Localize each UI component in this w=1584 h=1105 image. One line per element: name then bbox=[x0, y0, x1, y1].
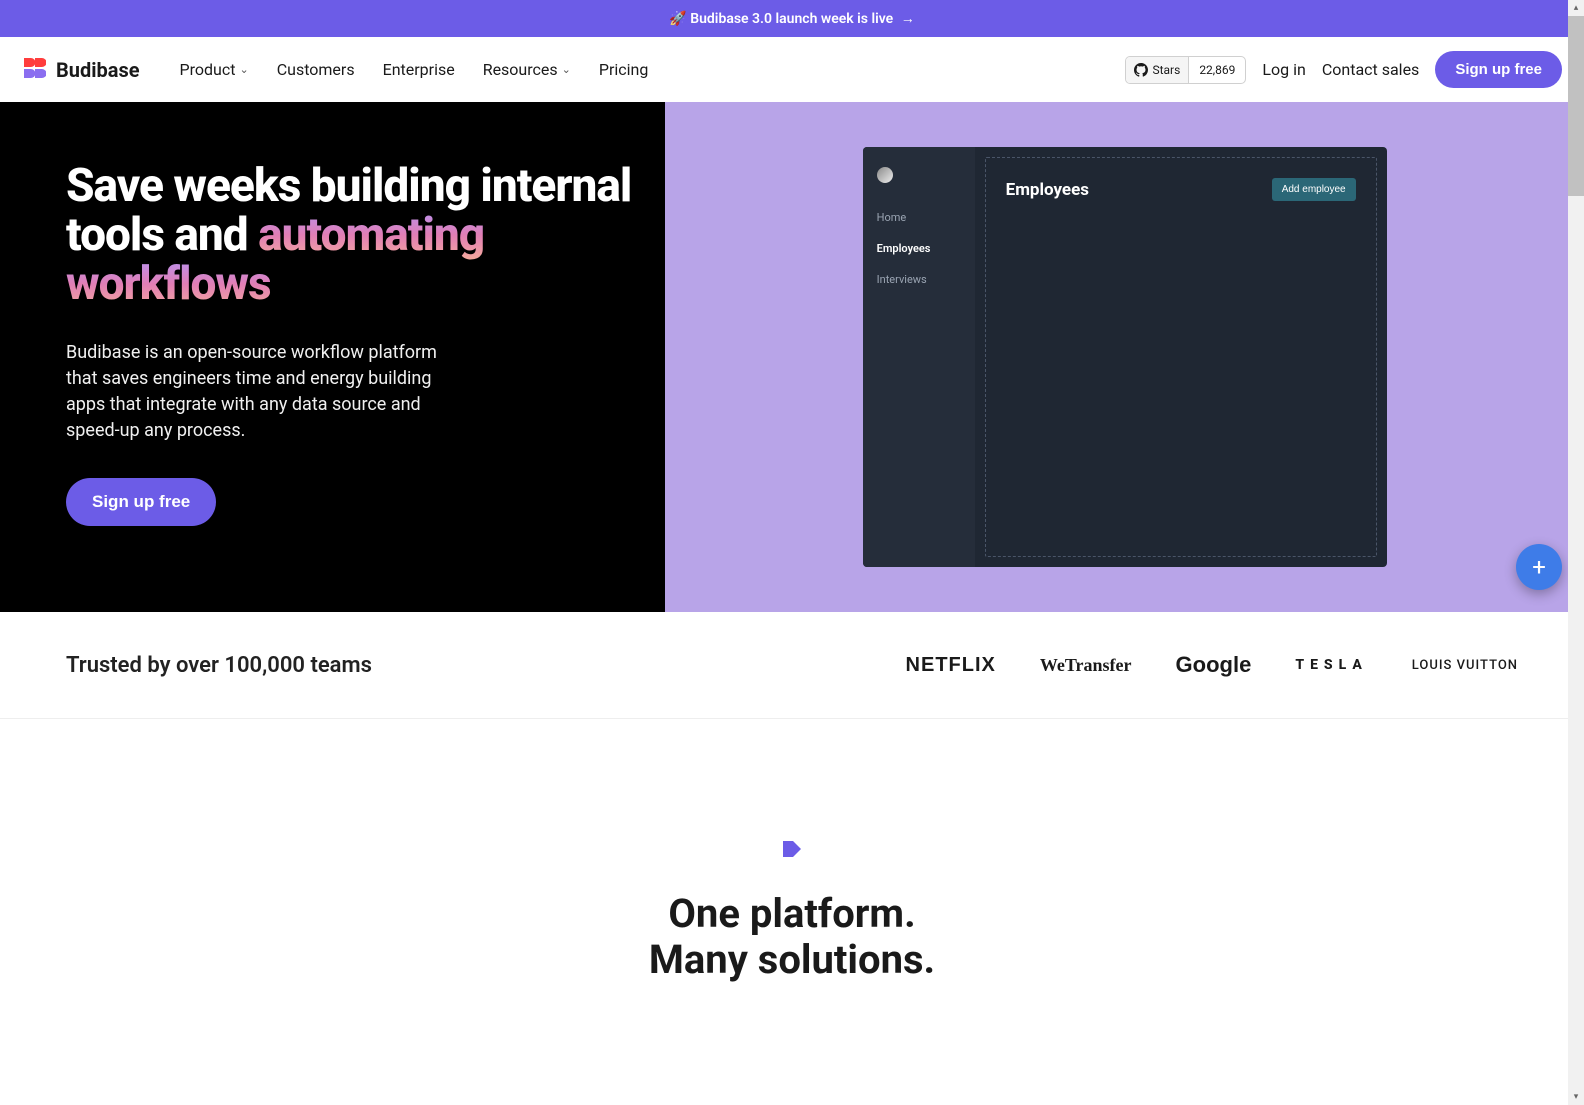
chevron-down-icon: ⌄ bbox=[562, 63, 571, 76]
add-employee-button[interactable]: Add employee bbox=[1272, 178, 1356, 201]
brand[interactable]: Budibase bbox=[22, 56, 140, 84]
fab-add-button[interactable]: + bbox=[1516, 544, 1562, 590]
login-link[interactable]: Log in bbox=[1262, 60, 1305, 79]
trusted-section: Trusted by over 100,000 teams NETFLIX We… bbox=[0, 612, 1584, 719]
tesla-logo: TESLA bbox=[1295, 657, 1367, 673]
demo-app-preview: Home Employees Interviews Employees Add … bbox=[863, 147, 1387, 567]
github-icon bbox=[1134, 63, 1148, 77]
nav-customers[interactable]: Customers bbox=[277, 60, 355, 79]
demo-main: Employees Add employee bbox=[975, 147, 1387, 567]
demo-sidebar: Home Employees Interviews bbox=[863, 147, 975, 567]
google-logo: Google bbox=[1176, 652, 1252, 678]
avatar-icon bbox=[877, 167, 893, 183]
announcement-text: Budibase 3.0 launch week is live bbox=[690, 11, 893, 27]
demo-header: Employees Add employee bbox=[1006, 178, 1356, 201]
hero-subtitle: Budibase is an open-source workflow plat… bbox=[66, 340, 446, 444]
platform-section: One platform. Many solutions. bbox=[0, 719, 1584, 1043]
nav-right: Stars 22,869 Log in Contact sales Sign u… bbox=[1125, 51, 1562, 88]
signup-button[interactable]: Sign up free bbox=[1435, 51, 1562, 88]
platform-heading: One platform. Many solutions. bbox=[20, 891, 1564, 983]
nav-links: Product ⌄ Customers Enterprise Resources… bbox=[180, 60, 649, 79]
nav-product-label: Product bbox=[180, 60, 236, 79]
trusted-text: Trusted by over 100,000 teams bbox=[66, 653, 372, 678]
hero-title: Save weeks building internal tools and a… bbox=[66, 162, 635, 310]
scrollbar[interactable]: ▴ ▾ bbox=[1568, 0, 1584, 1105]
tag-icon bbox=[783, 839, 801, 863]
scroll-up-icon[interactable]: ▴ bbox=[1568, 0, 1584, 16]
chevron-down-icon: ⌄ bbox=[239, 63, 248, 76]
demo-nav-employees[interactable]: Employees bbox=[877, 238, 961, 259]
contact-sales-link[interactable]: Contact sales bbox=[1322, 60, 1419, 79]
plus-icon: + bbox=[1532, 553, 1546, 581]
github-stars-widget[interactable]: Stars 22,869 bbox=[1125, 56, 1246, 84]
navbar: Budibase Product ⌄ Customers Enterprise … bbox=[0, 37, 1584, 102]
hero-visual: Home Employees Interviews Employees Add … bbox=[665, 102, 1584, 612]
louis-vuitton-logo: LOUIS VUITTON bbox=[1412, 658, 1518, 673]
netflix-logo: NETFLIX bbox=[906, 654, 996, 677]
arrow-right-icon: → bbox=[901, 11, 915, 27]
nav-resources-label: Resources bbox=[483, 60, 558, 79]
hero-section: Save weeks building internal tools and a… bbox=[0, 102, 1584, 612]
github-stars-count: 22,869 bbox=[1188, 57, 1245, 83]
github-stars-word: Stars bbox=[1152, 63, 1180, 77]
scroll-down-icon[interactable]: ▾ bbox=[1568, 1089, 1584, 1105]
rocket-icon: 🚀 bbox=[669, 11, 686, 27]
nav-product[interactable]: Product ⌄ bbox=[180, 60, 249, 79]
hero-content: Save weeks building internal tools and a… bbox=[0, 102, 665, 612]
wetransfer-logo: WeTransfer bbox=[1040, 655, 1132, 676]
demo-nav-interviews[interactable]: Interviews bbox=[877, 269, 961, 290]
demo-nav-home[interactable]: Home bbox=[877, 207, 961, 228]
trusted-logos: NETFLIX WeTransfer Google TESLA LOUIS VU… bbox=[906, 652, 1518, 678]
budibase-logo-icon bbox=[22, 56, 46, 84]
platform-line1: One platform. bbox=[668, 890, 915, 937]
nav-enterprise[interactable]: Enterprise bbox=[383, 60, 455, 79]
announcement-bar[interactable]: 🚀 Budibase 3.0 launch week is live → bbox=[0, 0, 1584, 37]
hero-signup-button[interactable]: Sign up free bbox=[66, 478, 216, 526]
scrollbar-thumb[interactable] bbox=[1568, 16, 1584, 196]
platform-line2: Many solutions. bbox=[649, 936, 935, 983]
nav-pricing[interactable]: Pricing bbox=[599, 60, 649, 79]
brand-name: Budibase bbox=[56, 58, 140, 82]
demo-canvas: Employees Add employee bbox=[985, 157, 1377, 557]
demo-page-title: Employees bbox=[1006, 180, 1089, 200]
github-stars-label: Stars bbox=[1126, 57, 1188, 83]
nav-resources[interactable]: Resources ⌄ bbox=[483, 60, 571, 79]
